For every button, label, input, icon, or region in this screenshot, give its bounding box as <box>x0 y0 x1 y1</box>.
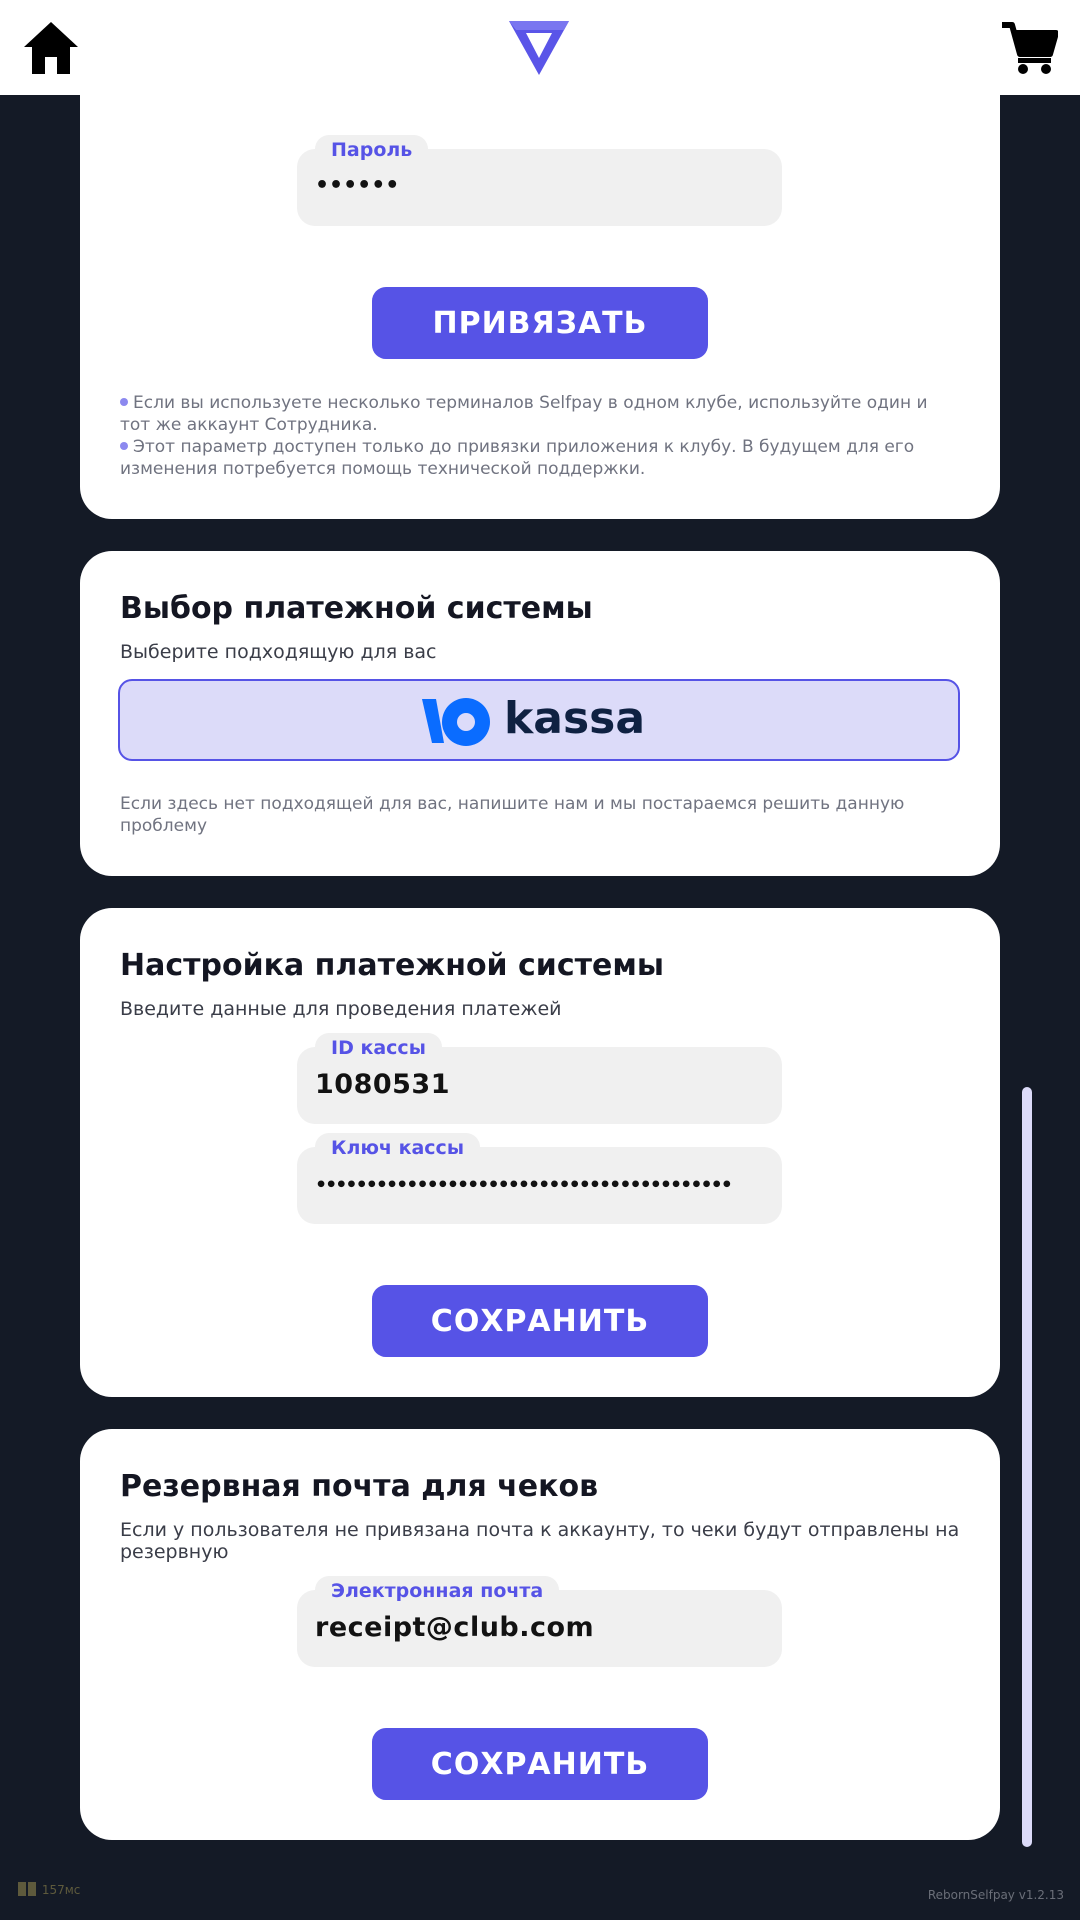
kassa-key-label: Ключ кассы <box>315 1133 480 1163</box>
note-text: Если вы используете несколько терминалов… <box>120 393 928 435</box>
payment-choice-title: Выбор платежной системы <box>120 591 593 626</box>
receipt-email-title: Резервная почта для чеков <box>120 1469 599 1504</box>
receipt-email-subtitle: Если у пользователя не привязана почта к… <box>120 1519 960 1563</box>
home-icon[interactable] <box>22 20 80 76</box>
payment-setup-card: Настройка платежной системы Введите данн… <box>80 908 1000 1397</box>
bullet-icon <box>120 398 128 406</box>
app-logo-icon <box>509 21 569 75</box>
email-value[interactable]: receipt@club.com <box>315 1612 594 1643</box>
list-item: Этот параметр доступен только до привязк… <box>120 436 960 480</box>
kassa-id-label: ID кассы <box>315 1033 442 1063</box>
list-item: Если вы используете несколько терминалов… <box>120 392 960 436</box>
bullet-icon <box>120 442 128 450</box>
payment-choice-hint: Если здесь нет подходящей для вас, напиш… <box>120 794 905 836</box>
account-binding-card: Пароль •••••• ПРИВЯЗАТЬ Если вы использу… <box>80 95 1000 519</box>
yookassa-option-label: kassa <box>504 693 646 744</box>
save-email-button[interactable]: СОХРАНИТЬ <box>372 1728 708 1800</box>
save-payment-button[interactable]: СОХРАНИТЬ <box>372 1285 708 1357</box>
top-bar <box>0 0 1080 95</box>
payment-choice-subtitle: Выберите подходящую для вас <box>120 641 437 663</box>
bind-button[interactable]: ПРИВЯЗАТЬ <box>372 287 708 359</box>
kassa-key-field[interactable]: Ключ кассы •••••••••••••••••••••••••••••… <box>297 1133 782 1224</box>
notes-list: Если вы используете несколько терминалов… <box>120 392 960 480</box>
signal-icon <box>18 1882 26 1896</box>
app-version: RebornSelfpay v1.2.13 <box>927 1888 1064 1902</box>
payment-setup-subtitle: Введите данные для проведения платежей <box>120 998 562 1020</box>
kassa-id-value[interactable]: 1080531 <box>315 1069 450 1100</box>
scrollbar[interactable] <box>1022 1087 1032 1847</box>
yookassa-option[interactable]: kassa <box>118 679 960 761</box>
yookassa-logo-icon <box>422 698 490 746</box>
receipt-email-card: Резервная почта для чеков Если у пользов… <box>80 1429 1000 1840</box>
kassa-id-field[interactable]: ID кассы 1080531 <box>297 1033 782 1124</box>
ping-value: 157мс <box>41 1883 81 1897</box>
email-label: Электронная почта <box>315 1576 560 1606</box>
ping-indicator: 157мс <box>18 1882 80 1897</box>
signal-icon <box>28 1882 36 1896</box>
payment-choice-card: Выбор платежной системы Выберите подходя… <box>80 551 1000 876</box>
email-field[interactable]: Электронная почта receipt@club.com <box>297 1576 782 1667</box>
password-label: Пароль <box>315 135 429 165</box>
note-text: Этот параметр доступен только до привязк… <box>120 437 915 479</box>
kassa-key-value[interactable]: ••••••••••••••••••••••••••••••••••••••••… <box>315 1174 733 1196</box>
password-value[interactable]: •••••• <box>315 173 399 198</box>
shopping-cart-icon[interactable] <box>1000 20 1058 76</box>
password-field[interactable]: Пароль •••••• <box>297 135 782 226</box>
payment-setup-title: Настройка платежной системы <box>120 948 664 983</box>
